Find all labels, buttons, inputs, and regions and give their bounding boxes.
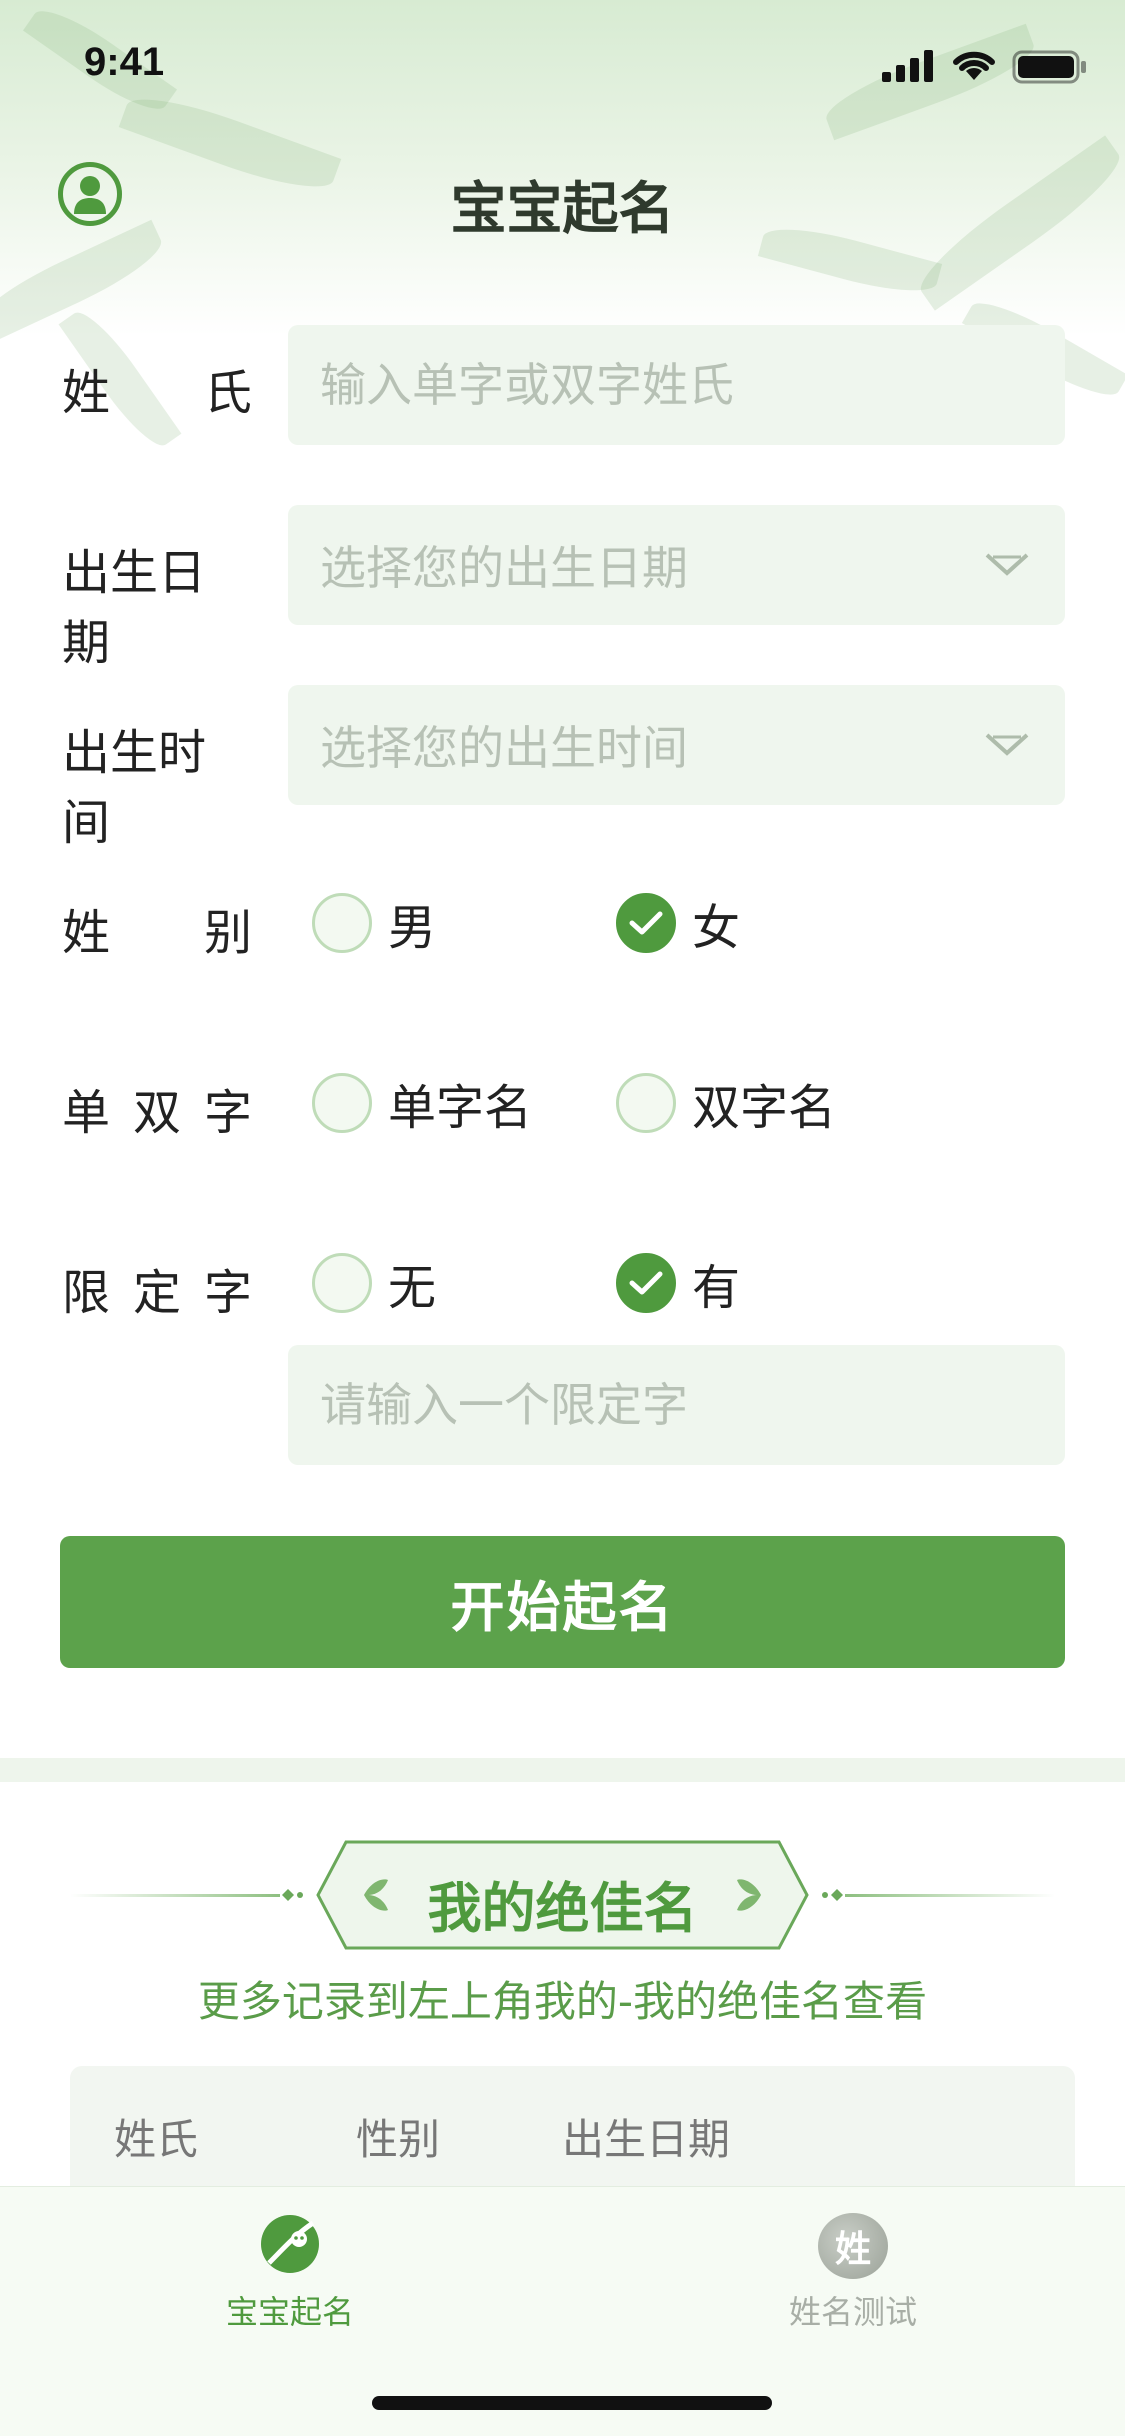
surname-label: 姓氏	[62, 365, 252, 421]
gender-radio-female[interactable]: 女	[616, 891, 740, 956]
fixed-char-radio-none[interactable]: 无	[312, 1251, 436, 1316]
surname-field[interactable]	[288, 325, 1065, 445]
fixed-char-row: 限定字 无 有	[0, 1225, 1125, 1345]
birth-time-select[interactable]: 选择您的出生时间	[288, 685, 1065, 805]
wifi-icon	[953, 51, 995, 80]
column-header-surname: 姓氏	[114, 2115, 199, 2164]
start-naming-button[interactable]: 开始起名	[60, 1536, 1065, 1668]
fixed-char-input-row	[0, 1345, 1125, 1465]
tab-label: 宝宝起名	[225, 2293, 354, 2331]
name-test-icon: 姓	[818, 2213, 888, 2279]
tab-baby-naming[interactable]: 宝宝起名	[140, 2213, 440, 2333]
favorites-title: 我的绝佳名	[427, 1877, 698, 1940]
radio-circle	[312, 1073, 372, 1133]
checkmark-icon	[629, 911, 663, 935]
section-divider	[0, 1758, 1125, 1782]
favorites-subtitle: 更多记录到左上角我的-我的绝佳名查看	[197, 1977, 928, 2026]
surname-row: 姓氏	[0, 325, 1125, 445]
birth-date-placeholder: 选择您的出生日期	[320, 541, 688, 595]
tab-name-test[interactable]: 姓 姓名测试	[703, 2213, 1003, 2333]
radio-circle	[312, 1253, 372, 1313]
gender-radio-male[interactable]: 男	[312, 891, 436, 956]
battery-icon	[1012, 50, 1086, 84]
radio-checked	[616, 893, 676, 953]
radio-checked	[616, 1253, 676, 1313]
fixed-char-field[interactable]	[288, 1345, 1065, 1465]
status-time: 9:41	[84, 40, 165, 84]
name-length-radio-double[interactable]: 双字名	[616, 1071, 836, 1136]
home-indicator	[372, 2396, 772, 2410]
name-length-label: 单双字	[62, 1085, 252, 1141]
fixed-char-input[interactable]	[320, 1378, 1000, 1432]
tab-label: 姓名测试	[788, 2293, 917, 2331]
birth-date-select[interactable]: 选择您的出生日期	[288, 505, 1065, 625]
fixed-char-radio-yes[interactable]: 有	[616, 1251, 740, 1316]
column-header-birth-date: 出生日期	[562, 2115, 731, 2164]
birth-date-row: 出生日期 选择您的出生日期	[0, 505, 1125, 671]
chevron-down-icon	[985, 733, 1029, 756]
birth-time-label: 出生时间	[62, 725, 207, 851]
status-bar: 9:41	[0, 0, 1125, 132]
radio-circle	[616, 1073, 676, 1133]
column-header-gender: 性别	[356, 2115, 441, 2164]
chevron-down-icon	[985, 553, 1029, 576]
cellular-signal-icon	[882, 50, 933, 82]
gender-row: 姓别 男 女	[0, 865, 1125, 985]
navigation-bar: 宝宝起名	[0, 140, 1125, 250]
fixed-char-label: 限定字	[62, 1265, 252, 1321]
name-length-radio-single[interactable]: 单字名	[312, 1071, 532, 1136]
baby-naming-icon	[261, 2215, 319, 2273]
checkmark-icon	[629, 1271, 663, 1295]
favorites-header: 我的绝佳名	[0, 1840, 1125, 1950]
birth-date-label: 出生日期	[62, 545, 207, 671]
birth-time-row: 出生时间 选择您的出生时间	[0, 685, 1125, 851]
surname-input[interactable]	[320, 358, 1000, 412]
birth-time-placeholder: 选择您的出生时间	[320, 721, 688, 775]
page-title: 宝宝起名	[450, 176, 675, 242]
favorites-table-header: 姓氏 性别 出生日期	[70, 2066, 1075, 2196]
radio-circle	[312, 893, 372, 953]
name-length-row: 单双字 单字名 双字名	[0, 1045, 1125, 1165]
gender-label: 姓别	[62, 905, 252, 961]
